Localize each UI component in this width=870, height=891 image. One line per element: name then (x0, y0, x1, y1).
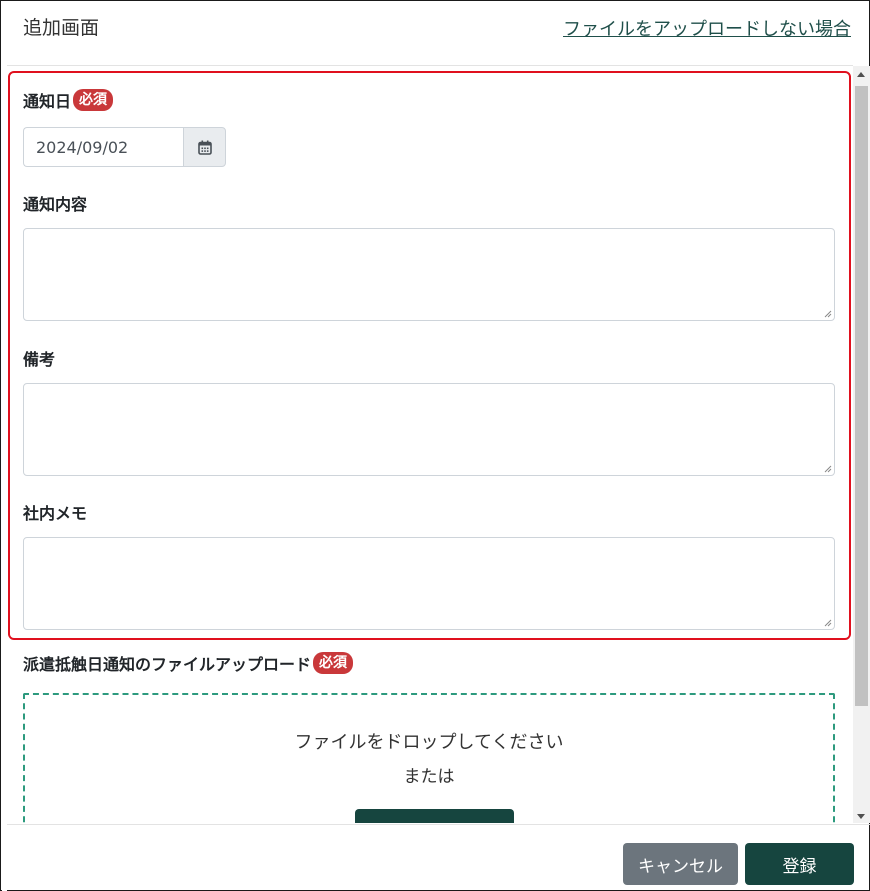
modal-dialog: 追加画面 ファイルをアップロードしない場合 通知日 必須 2024/09/02 (0, 0, 870, 891)
drop-or-text: または (403, 767, 455, 787)
notice-date-label-text: 通知日 (23, 92, 72, 111)
remarks-label: 備考 (23, 350, 56, 369)
modal-title: 追加画面 (23, 17, 100, 39)
resize-handle-icon[interactable] (824, 619, 832, 627)
calendar-icon (197, 140, 212, 155)
notice-date-input[interactable]: 2024/09/02 (23, 127, 183, 167)
internal-memo-label: 社内メモ (23, 504, 88, 523)
internal-memo-textarea[interactable] (23, 537, 835, 630)
notice-date-picker[interactable]: 2024/09/02 (23, 127, 226, 167)
scroll-up-icon[interactable] (857, 72, 865, 77)
choose-file-button[interactable] (355, 809, 514, 823)
resize-handle-icon[interactable] (824, 310, 832, 318)
footer-divider (7, 824, 870, 825)
upload-label-text: 派遣抵触日通知のファイルアップロード (23, 655, 312, 674)
notice-content-label: 通知内容 (23, 195, 88, 214)
cancel-button[interactable]: キャンセル (623, 843, 738, 885)
submit-button[interactable]: 登録 (745, 843, 854, 885)
required-badge: 必須 (73, 89, 114, 111)
no-upload-link[interactable]: ファイルをアップロードしない場合 (563, 15, 851, 41)
remarks-textarea[interactable] (23, 383, 835, 476)
file-dropzone[interactable]: ファイルをドロップしてください または (23, 693, 835, 823)
resize-handle-icon[interactable] (824, 465, 832, 473)
calendar-button[interactable] (183, 127, 226, 167)
scrollbar-thumb[interactable] (855, 86, 868, 706)
notice-date-label: 通知日 必須 (23, 88, 114, 112)
required-badge: 必須 (313, 652, 354, 674)
drop-instruction: ファイルをドロップしてください (294, 732, 564, 753)
upload-label: 派遣抵触日通知のファイルアップロード 必須 (23, 651, 354, 675)
scroll-down-icon[interactable] (857, 814, 865, 819)
vertical-scrollbar[interactable] (853, 66, 870, 823)
modal-body[interactable]: 通知日 必須 2024/09/02 通知内容 備考 社内メモ 派遣抵触日通知のフ… (7, 66, 853, 823)
notice-content-textarea[interactable] (23, 228, 835, 321)
